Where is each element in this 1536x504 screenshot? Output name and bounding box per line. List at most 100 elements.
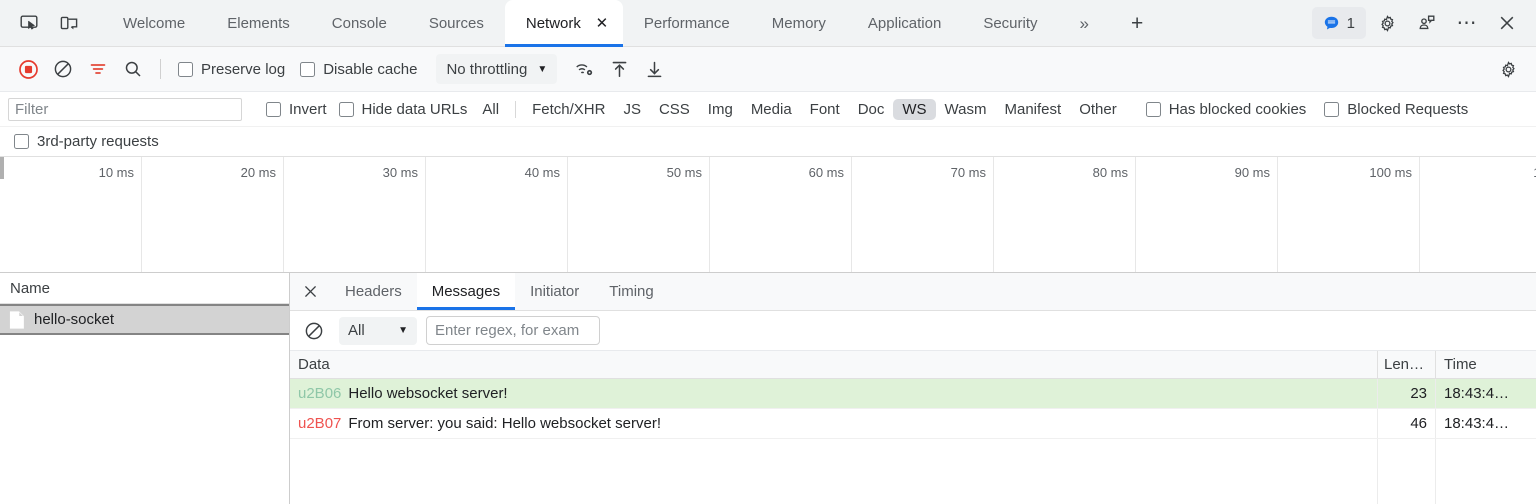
message-type-filter-dropdown[interactable]: All ▼ — [339, 316, 417, 345]
network-conditions-icon[interactable] — [568, 53, 600, 85]
tick-label: 80 ms — [1092, 165, 1128, 180]
issues-count: 1 — [1346, 14, 1355, 32]
tab-network[interactable]: Network ✕ — [504, 0, 623, 47]
network-settings-gear-icon[interactable] — [1492, 53, 1524, 85]
devtools-window: Welcome Elements Console Sources Network… — [0, 0, 1536, 504]
overview-tick-cell: 70 ms — [852, 157, 994, 272]
clear-messages-icon[interactable] — [298, 315, 330, 347]
filter-type-other[interactable]: Other — [1070, 99, 1126, 120]
request-detail-pane: Headers Messages Initiator Timing All ▼ … — [290, 273, 1536, 504]
filter-input[interactable] — [8, 97, 242, 121]
export-har-icon[interactable] — [638, 53, 670, 85]
overview-tick-cell: 100 ms — [1278, 157, 1420, 272]
blocked-requests-checkbox[interactable]: Blocked Requests — [1318, 101, 1474, 118]
blocked-requests-label: Blocked Requests — [1347, 100, 1469, 118]
direction-up-arrow-icon: u2B06 — [298, 385, 342, 402]
filter-type-js[interactable]: JS — [614, 99, 650, 120]
search-icon[interactable] — [117, 53, 149, 85]
request-row-hello-socket[interactable]: hello-socket — [0, 304, 289, 335]
disable-cache-label: Disable cache — [323, 60, 418, 78]
device-toolbar-icon[interactable] — [50, 4, 88, 42]
filter-type-css[interactable]: CSS — [650, 99, 699, 120]
inspect-element-icon[interactable] — [10, 4, 48, 42]
network-toolbar: Preserve log Disable cache No throttling… — [0, 47, 1536, 92]
overview-tick-cell: 50 ms — [568, 157, 710, 272]
column-header-time[interactable]: Time — [1436, 351, 1536, 378]
filter-bar: Invert Hide data URLs All Fetch/XHR JS C… — [0, 92, 1536, 127]
filter-type-fetch-xhr[interactable]: Fetch/XHR — [523, 99, 614, 120]
hide-data-urls-label: Hide data URLs — [361, 100, 468, 118]
column-header-name: Name — [10, 279, 51, 297]
overview-tick-cell: 60 ms — [710, 157, 852, 272]
close-detail-icon[interactable] — [290, 273, 330, 310]
has-blocked-cookies-checkbox[interactable]: Has blocked cookies — [1140, 101, 1313, 118]
detail-tab-initiator[interactable]: Initiator — [515, 273, 594, 310]
tick-label: 30 ms — [382, 165, 418, 180]
column-header-length[interactable]: Len… — [1378, 351, 1436, 378]
message-row[interactable]: u2B06 Hello websocket server! 23 18:43:4… — [290, 379, 1536, 409]
message-time: 18:43:4… — [1444, 415, 1510, 432]
close-devtools-icon[interactable] — [1488, 4, 1526, 42]
filter-type-doc[interactable]: Doc — [849, 99, 894, 120]
throttling-dropdown[interactable]: No throttling ▼ — [436, 54, 558, 84]
filter-divider — [515, 100, 517, 118]
tab-performance[interactable]: Performance — [623, 0, 751, 47]
detail-tab-label: Headers — [345, 283, 402, 300]
filter-type-ws[interactable]: WS — [893, 98, 936, 120]
tick-label: 50 ms — [666, 165, 702, 180]
messages-toolbar: All ▼ — [290, 311, 1536, 351]
detail-tab-messages[interactable]: Messages — [416, 273, 516, 310]
disable-cache-checkbox[interactable]: Disable cache — [294, 61, 423, 78]
import-har-icon[interactable] — [603, 53, 635, 85]
tab-elements[interactable]: Elements — [206, 0, 311, 47]
chevron-down-icon: ▼ — [398, 325, 408, 336]
tab-application[interactable]: Application — [847, 0, 962, 47]
tab-sources[interactable]: Sources — [408, 0, 505, 47]
toolbar-right — [1492, 53, 1536, 85]
overview-tick-cell: 10 ms — [0, 157, 142, 272]
messages-table-header: Data Len… Time — [290, 351, 1536, 379]
detail-tab-timing[interactable]: Timing — [594, 273, 668, 310]
gear-icon[interactable] — [1368, 4, 1406, 42]
record-button[interactable] — [12, 53, 44, 85]
hide-data-urls-checkbox[interactable]: Hide data URLs — [333, 101, 474, 118]
close-icon[interactable]: ✕ — [593, 15, 611, 33]
detail-tab-label: Timing — [609, 283, 654, 300]
column-header-data[interactable]: Data — [290, 351, 1378, 378]
detail-tabbar: Headers Messages Initiator Timing — [290, 273, 1536, 311]
detail-tab-headers[interactable]: Headers — [330, 273, 417, 310]
invert-checkbox[interactable]: Invert — [260, 101, 333, 118]
filter-type-font[interactable]: Font — [801, 99, 849, 120]
feedback-icon[interactable] — [1408, 4, 1446, 42]
detail-tab-label: Messages — [431, 283, 501, 300]
third-party-row: 3rd-party requests — [0, 127, 1536, 157]
checkbox-box — [1324, 101, 1340, 117]
panel-tabs: Welcome Elements Console Sources Network… — [102, 0, 1164, 47]
more-options-icon[interactable]: ⋯ — [1448, 4, 1486, 42]
message-regex-input[interactable] — [426, 316, 600, 345]
filter-type-media[interactable]: Media — [742, 99, 801, 120]
issues-badge[interactable]: 1 — [1311, 7, 1366, 39]
request-list-header[interactable]: Name — [0, 273, 289, 304]
filter-type-all[interactable]: All — [473, 99, 508, 120]
filter-type-manifest[interactable]: Manifest — [996, 99, 1071, 120]
tab-welcome[interactable]: Welcome — [102, 0, 206, 47]
network-main-area: Name hello-socket Headers Messages Initi… — [0, 273, 1536, 504]
third-party-requests-checkbox[interactable]: 3rd-party requests — [8, 133, 165, 150]
tab-security[interactable]: Security — [962, 0, 1058, 47]
filter-button[interactable] — [82, 53, 114, 85]
tick-label: 20 ms — [240, 165, 276, 180]
network-overview-timeline[interactable]: 10 ms 20 ms 30 ms 40 ms 50 ms 60 ms 70 m… — [0, 157, 1536, 273]
filter-type-wasm[interactable]: Wasm — [936, 99, 996, 120]
tab-memory[interactable]: Memory — [751, 0, 847, 47]
add-tab-button[interactable]: + — [1110, 0, 1164, 47]
filter-type-img[interactable]: Img — [699, 99, 742, 120]
tab-label: Console — [331, 15, 387, 32]
more-tabs-button[interactable]: » — [1059, 0, 1110, 47]
clear-button[interactable] — [47, 53, 79, 85]
preserve-log-checkbox[interactable]: Preserve log — [172, 61, 291, 78]
overview-tick-cell: 80 ms — [994, 157, 1136, 272]
tab-console[interactable]: Console — [311, 0, 408, 47]
tab-label: Network — [525, 15, 581, 32]
message-row[interactable]: u2B07 From server: you said: Hello webso… — [290, 409, 1536, 439]
